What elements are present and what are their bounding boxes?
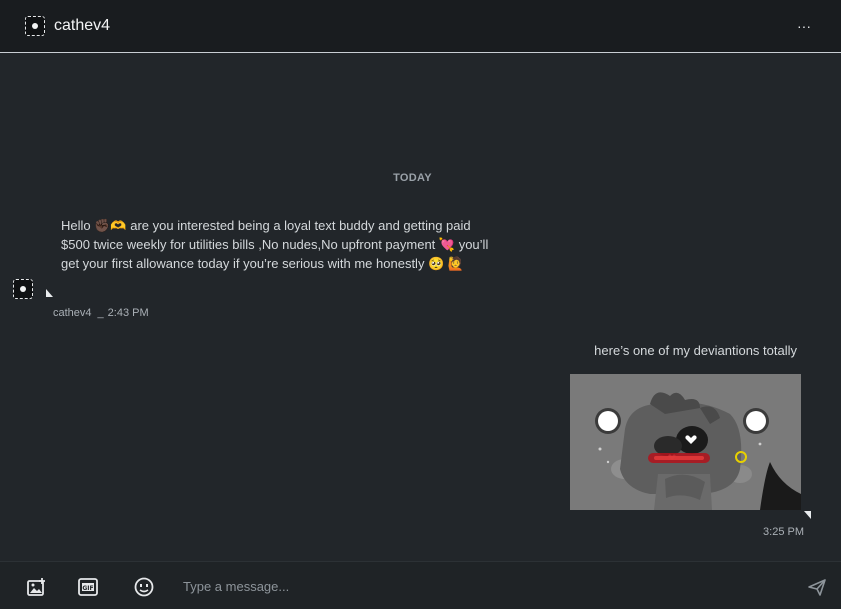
message-tail — [46, 289, 53, 297]
message-tail — [804, 511, 811, 519]
message-time: 2:43 PM — [107, 307, 149, 319]
meta-separator: _ — [97, 307, 104, 319]
chat-header: cathev4 ··· — [0, 0, 841, 53]
outgoing-message-time: 3:25 PM — [763, 526, 804, 538]
send-icon[interactable] — [806, 576, 828, 598]
message-composer: GIF — [0, 561, 841, 609]
message-input[interactable] — [183, 574, 763, 598]
deviation-artwork — [570, 374, 801, 510]
day-divider: TODAY — [393, 172, 432, 184]
message-image-attachment[interactable] — [570, 374, 801, 510]
user-avatar[interactable] — [25, 16, 45, 36]
outgoing-message-text: here’s one of my deviantions totally — [594, 343, 797, 358]
add-image-icon[interactable] — [26, 576, 48, 598]
message-author[interactable]: cathev4 — [53, 307, 92, 319]
chat-title[interactable]: cathev4 — [54, 16, 110, 36]
incoming-message-meta: cathev4 _ 2:43 PM — [53, 306, 149, 320]
more-options-icon[interactable]: ··· — [797, 16, 811, 36]
incoming-message-text: Hello ✊🏿🫶 are you interested being a loy… — [61, 218, 489, 271]
svg-text:GIF: GIF — [82, 585, 93, 592]
chat-window: cathev4 ··· TODAY Hello ✊🏿🫶 are you inte… — [0, 0, 841, 609]
emoji-icon[interactable] — [133, 576, 155, 598]
gif-icon[interactable]: GIF — [77, 576, 99, 598]
sender-avatar[interactable] — [13, 279, 33, 299]
